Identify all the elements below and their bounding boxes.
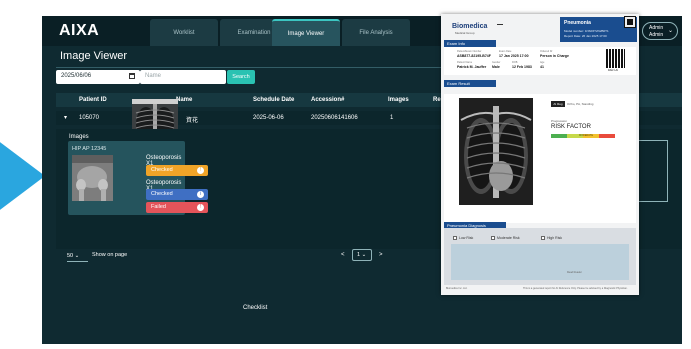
tab-file-analysis[interactable]: File Analysis [342, 19, 410, 46]
date-value: 2025/06/06 [61, 73, 92, 79]
risk-segment-low [551, 134, 567, 138]
status-label: Failed [151, 204, 166, 210]
cell-patient-id: 105070 [79, 115, 100, 121]
patient-name-label: Patient Name [457, 61, 473, 64]
app-logo: AIXA [59, 22, 100, 39]
risk-level-label: MODERATE [579, 134, 593, 137]
report-type-title: Pneumonia [564, 20, 591, 26]
gender-label: Gender [492, 61, 501, 64]
title-divider [56, 67, 446, 68]
cell-images: 1 [390, 115, 394, 121]
column-header-schedule-date[interactable]: Schedule Date [253, 97, 294, 103]
page-number-select[interactable]: 1 ⌄ [352, 249, 372, 261]
column-header-report[interactable]: Re [433, 97, 441, 103]
ordered-dr-value: Person in Charge [540, 54, 569, 58]
rows-per-page-label: Show on page [92, 252, 128, 258]
cell-schedule-date: 2025-06-06 [253, 115, 284, 121]
status-label: Checked [151, 167, 173, 173]
exam-tag-text: Ortho, PA, Standing [567, 102, 594, 106]
status-checked-button[interactable]: Checked i [146, 189, 208, 200]
risk-segment-high [599, 134, 615, 138]
calendar-icon[interactable] [129, 73, 135, 79]
status-checked-button[interactable]: Checked ! [146, 165, 208, 176]
ordered-dr-label: Ordered Dr [540, 50, 553, 53]
exam-date-label: Exam Date [499, 50, 512, 53]
progression-label: Progression [551, 119, 568, 123]
image-card[interactable]: HIP AP 12345 Osteoporosis X1 Checked ! O… [68, 141, 208, 215]
alert-icon: ! [197, 204, 204, 211]
screenshot-canvas: AIXA Worklist Examination Image Viewer F… [0, 0, 691, 349]
report-date: Report Date: 26 Jan 2025 17:00 [564, 34, 607, 38]
prev-page-button[interactable]: < [341, 252, 345, 258]
chest-xray-large [459, 98, 533, 205]
diagnosis-option-moderate[interactable]: Moderate Risk [491, 236, 520, 241]
diagnosis-option-label: High Risk [547, 236, 562, 240]
alert-icon: ! [197, 167, 204, 174]
exam-number-value: ASB877-82195-B74F [457, 54, 491, 58]
patient-name-value: Patrick M. Jauffer [457, 65, 487, 69]
exam-date-value: 17 Jan 2025 17:00 [499, 54, 529, 58]
checkbox-icon[interactable] [453, 236, 457, 241]
cell-name: 資花 [186, 118, 199, 124]
chevron-down-icon: ⌄ [667, 28, 673, 34]
exam-info-heading: Exam Info [444, 40, 496, 47]
decorative-arrow-shape [0, 112, 45, 240]
report-logo-subtitle: Medical Group [455, 31, 475, 35]
tab-image-viewer[interactable]: Image Viewer [272, 19, 340, 46]
status-failed-button[interactable]: Failed ! [146, 202, 208, 213]
report-header-dash [497, 24, 503, 25]
info-icon: i [197, 191, 204, 198]
diagnosis-option-high[interactable]: High Risk [541, 236, 562, 241]
next-page-button[interactable]: > [379, 252, 383, 258]
report-footer-company: Biomedica Inc. Ltd. [446, 287, 468, 290]
status-label: Checked [151, 191, 173, 197]
tab-worklist[interactable]: Worklist [150, 19, 218, 46]
qr-code-caption: DAILY-AI [608, 69, 619, 72]
cell-accession: 20250606141606 [311, 115, 358, 121]
diagnosis-notes-field[interactable] [451, 244, 629, 280]
diagnosis-option-low[interactable]: Low Risk [453, 236, 474, 241]
diagnosis-reader-note: Read Reader [567, 271, 582, 274]
chevron-down-icon: ⌄ [74, 253, 80, 259]
risk-factor-title: RISK FACTOR [551, 124, 591, 130]
column-header-accession[interactable]: Accession# [311, 97, 344, 103]
page-title: Image Viewer [60, 50, 128, 62]
expand-caret-icon[interactable]: ▾ [64, 114, 67, 121]
report-model-number: Model number: 1NSF6T2N2B0T1 [564, 29, 609, 33]
column-header-name[interactable]: Name [176, 97, 192, 103]
rows-per-page-value: 50 [67, 253, 74, 259]
report-logo: Biomedica [452, 23, 488, 30]
date-input[interactable]: 2025/06/06 [56, 70, 140, 84]
checklist-label: Checklist [243, 305, 268, 311]
exam-result-heading: Exam Result [444, 80, 496, 87]
search-button[interactable]: Search [227, 70, 255, 84]
checkbox-icon[interactable] [541, 236, 545, 241]
hip-xray-thumbnail[interactable] [72, 155, 113, 201]
name-search-input[interactable]: Name [140, 70, 226, 84]
chevron-down-icon: ⌄ [361, 252, 367, 258]
qr-code-icon [606, 49, 625, 68]
age-value: 41 [540, 65, 544, 69]
hip-xray-image [72, 155, 113, 201]
chest-xray-large-image [459, 98, 533, 205]
pneumonia-report-panel: Biomedica Medical Group Pneumonia Model … [441, 14, 639, 295]
age-label: Age [540, 61, 545, 64]
image-card-title: HIP AP 12345 [72, 146, 107, 152]
ai-tag-chip: AI Reg [551, 101, 565, 107]
dob-value: 12 Feb 1983 [512, 65, 532, 69]
rows-per-page-select[interactable]: 50 ⌄ [67, 251, 88, 262]
user-menu-button[interactable]: Admin Admin ⌄ [642, 22, 678, 40]
checkbox-icon[interactable] [491, 236, 495, 241]
qr-code-icon [624, 16, 636, 28]
exam-number-label: Patient/Exam Number [457, 50, 482, 53]
column-header-images[interactable]: Images [388, 97, 409, 103]
report-footer-disclaimer: This is a generated report for AI Refere… [523, 287, 628, 290]
page-number-value: 1 [357, 252, 361, 258]
gender-value: Male [492, 65, 500, 69]
images-section-label: Images [69, 134, 89, 140]
column-header-patient-id[interactable]: Patient ID [79, 97, 107, 103]
dob-label: DOB [512, 61, 518, 64]
diagnosis-option-label: Low Risk [459, 236, 474, 240]
diagnosis-option-label: Moderate Risk [497, 236, 520, 240]
